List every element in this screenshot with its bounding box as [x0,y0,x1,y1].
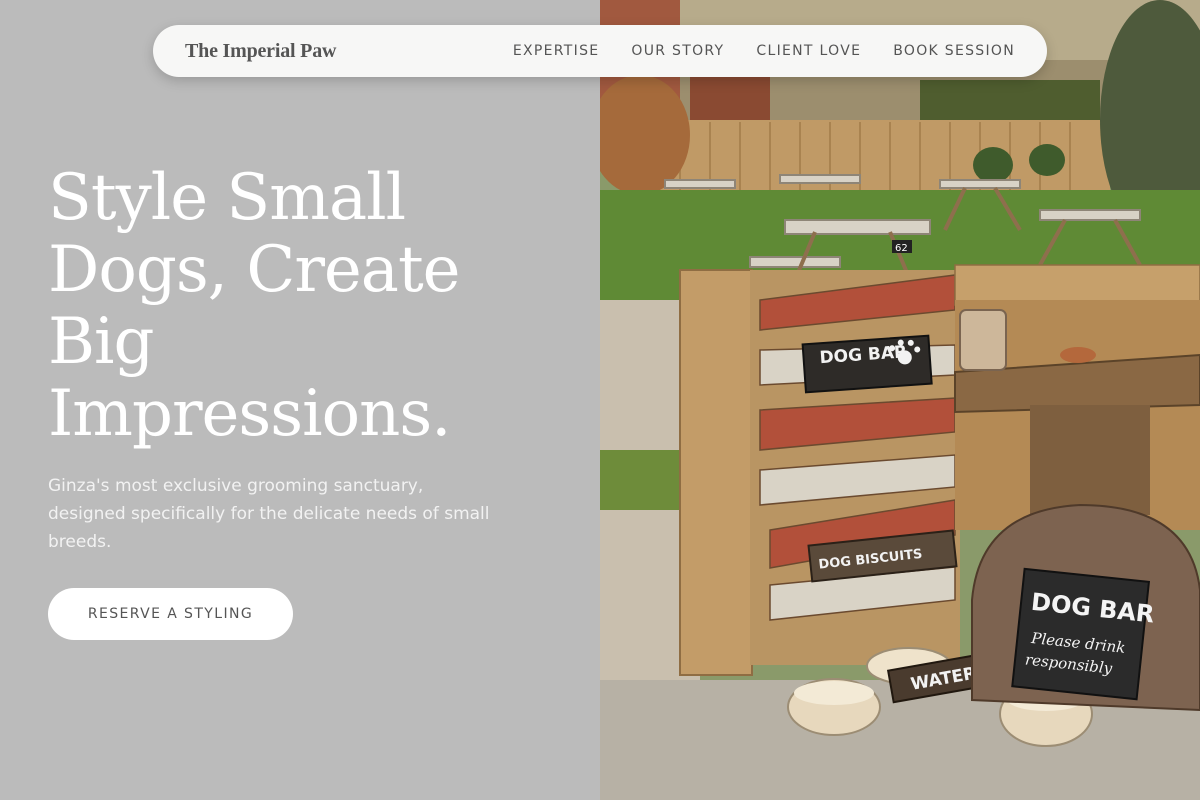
hero-title: Style Small Dogs, Create Big Impressions… [48,161,461,451]
table-number-tag: 62 [895,243,908,254]
brand-logo[interactable]: The Imperial Paw [185,40,336,63]
nav-links: EXPERTISE OUR STORY CLIENT LOVE BOOK SES… [513,43,1015,59]
hero-subtitle: Ginza's most exclusive grooming sanctuar… [48,476,490,552]
nav-link-expertise[interactable]: EXPERTISE [513,43,600,59]
top-navbar: The Imperial Paw EXPERTISE OUR STORY CLI… [153,25,1047,77]
nav-link-book-session[interactable]: BOOK SESSION [893,43,1015,59]
reserve-styling-button[interactable]: RESERVE A STYLING [48,588,293,640]
nav-link-client-love[interactable]: CLIENT LOVE [756,43,861,59]
nav-link-our-story[interactable]: OUR STORY [631,43,724,59]
hero-photo: DOG BAR DOG BISCUITS WATER DOG BAR Pleas [600,0,1200,800]
